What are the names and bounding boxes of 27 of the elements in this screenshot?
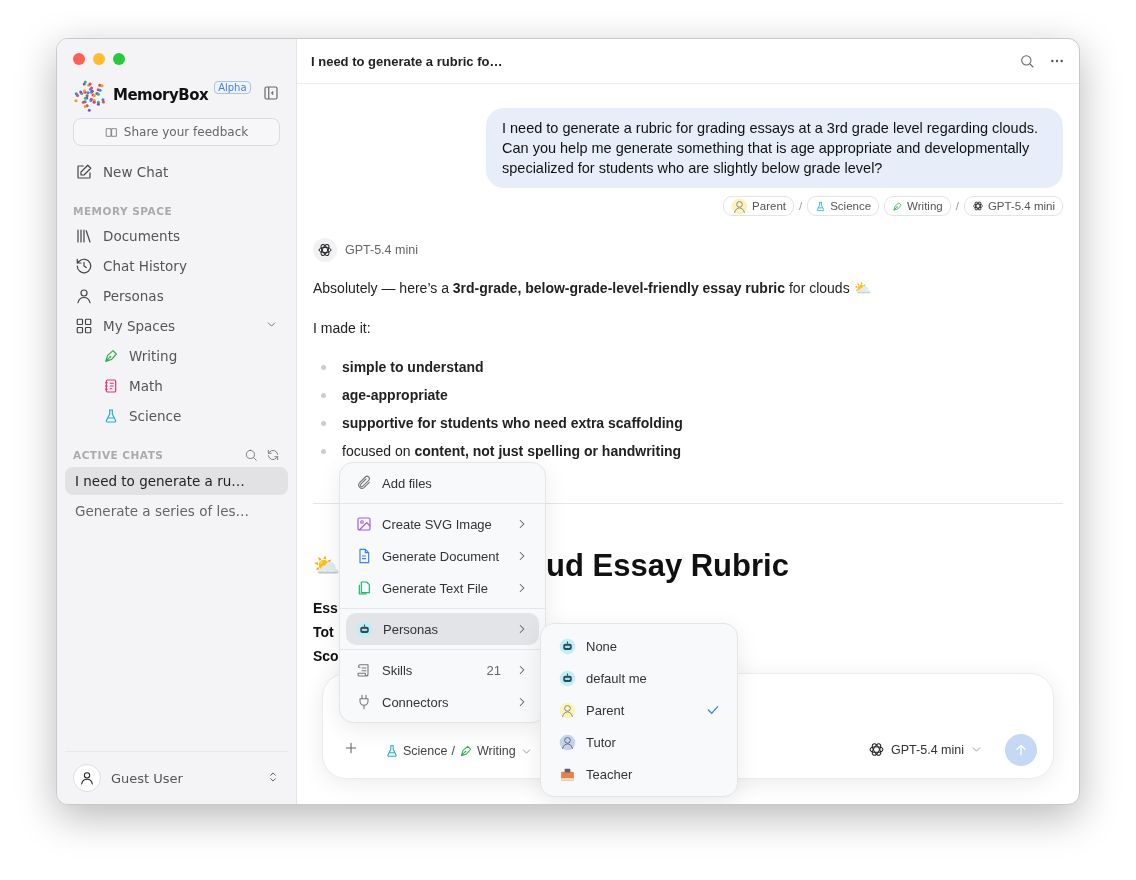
tag-separator: / — [799, 200, 803, 212]
tag-separator: / — [955, 200, 959, 212]
heading-emoji: ⛅ — [313, 553, 340, 579]
count-label: 21 — [486, 662, 501, 678]
brand-name: MemoryBox — [113, 86, 209, 104]
chat-title: I need to generate a rubric fo… — [311, 53, 503, 69]
section-label: ACTIVE CHATS — [73, 449, 164, 461]
answer-paragraph: Absolutely — here’s a 3rd-grade, below-grade-level-friendly essay rubric for clouds ⛅ — [313, 279, 872, 298]
tag-chip: Science — [807, 196, 880, 216]
alpha-badge: Alpha — [214, 81, 251, 94]
user-message: I need to generate a rubric for grading essays at a 3rd grade level regarding clouds. Can you help me generate something that is age appropriate and developmentally specialized for students who are slightly below grade level? — [486, 108, 1063, 188]
rubric-line: Ess — [313, 600, 338, 616]
answer-paragraph: I made it: — [313, 319, 372, 338]
rubric-heading: ud Essay Rubric — [546, 548, 789, 584]
user-name: Guest User — [111, 770, 183, 786]
bullet-text: simple to understand — [342, 359, 484, 375]
bullet-text: focused on content, not just spelling or handwriting — [342, 443, 682, 459]
rubric-line: Sco — [313, 648, 339, 664]
space-separator: / — [451, 744, 455, 758]
model-name: GPT-5.4 mini — [345, 243, 418, 257]
bullet-text: age-appropriate — [342, 387, 448, 403]
tag-chip: Writing — [884, 196, 951, 216]
section-label: MEMORY SPACE — [73, 205, 173, 217]
tag-chip: Parent — [723, 196, 794, 216]
bullet-text: supportive for students who need extra scaffolding — [342, 415, 683, 431]
rubric-line: Tot — [313, 624, 334, 640]
tag-chip: GPT-5.4 mini — [963, 196, 1063, 216]
